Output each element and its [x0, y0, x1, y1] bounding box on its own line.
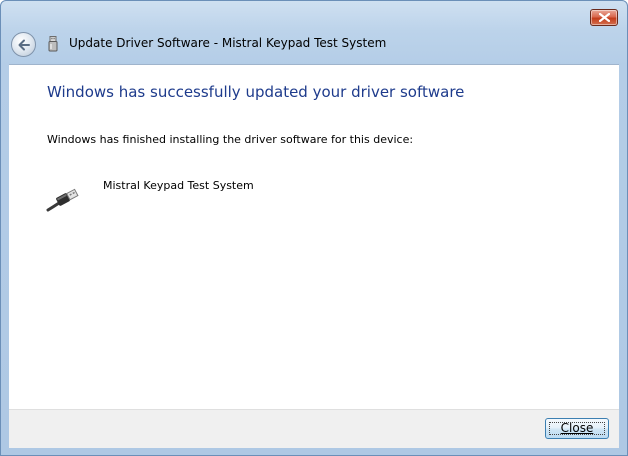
window-close-button[interactable]	[590, 9, 618, 26]
usb-plug-icon	[48, 36, 58, 52]
footer-bar: Close	[9, 409, 619, 448]
content-panel: Windows has successfully updated your dr…	[9, 64, 619, 410]
update-driver-window: Update Driver Software - Mistral Keypad …	[0, 0, 628, 456]
close-button-label: Close	[560, 421, 594, 435]
back-arrow-icon	[18, 39, 30, 51]
device-name: Mistral Keypad Test System	[103, 179, 254, 192]
finished-message: Windows has finished installing the driv…	[47, 133, 414, 146]
usb-cable-icon	[46, 188, 79, 212]
close-x-icon	[599, 13, 610, 22]
window-title: Update Driver Software - Mistral Keypad …	[69, 36, 387, 50]
back-button[interactable]	[11, 32, 36, 57]
success-headline: Windows has successfully updated your dr…	[47, 83, 465, 101]
close-button[interactable]: Close	[545, 418, 609, 439]
